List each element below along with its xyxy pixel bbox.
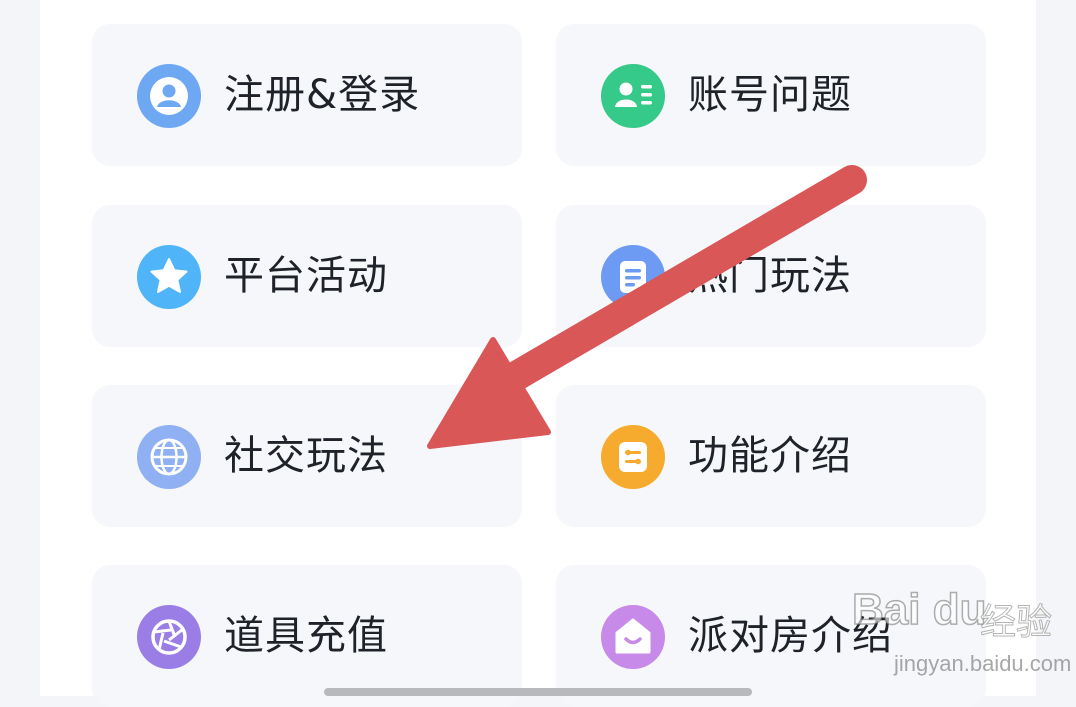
watermark-logo: Bai du	[851, 584, 987, 635]
aperture-icon	[137, 605, 201, 669]
contact-card-icon	[601, 64, 665, 128]
category-label: 平台活动	[224, 253, 388, 299]
watermark: Bai du 经验 jingyan.baidu.com	[851, 584, 1071, 685]
category-label: 社交玩法	[224, 433, 388, 479]
category-label: 道具充值	[224, 613, 388, 659]
sliders-icon	[601, 425, 665, 489]
category-card-register-login[interactable]: 注册&登录	[92, 24, 522, 166]
user-icon	[137, 64, 201, 128]
category-label: 功能介绍	[688, 433, 852, 479]
watermark-text: 经验	[980, 602, 1053, 644]
category-card-feature-intro[interactable]: 功能介绍	[556, 385, 986, 527]
category-card-account-issues[interactable]: 账号问题	[556, 24, 986, 166]
category-label: 注册&登录	[224, 72, 421, 118]
home-indicator-bar[interactable]	[324, 688, 752, 696]
category-card-item-recharge[interactable]: 道具充值	[92, 565, 522, 707]
globe-icon	[137, 425, 201, 489]
star-icon	[137, 245, 201, 309]
watermark-url: jingyan.baidu.com	[894, 651, 1072, 676]
category-card-platform-events[interactable]: 平台活动	[92, 205, 522, 347]
category-card-popular-gameplay[interactable]: 热门玩法	[556, 205, 986, 347]
category-label: 热门玩法	[688, 253, 852, 299]
document-icon	[601, 245, 665, 309]
home-icon	[601, 605, 665, 669]
category-card-social-gameplay[interactable]: 社交玩法	[92, 385, 522, 527]
category-label: 账号问题	[688, 72, 852, 118]
